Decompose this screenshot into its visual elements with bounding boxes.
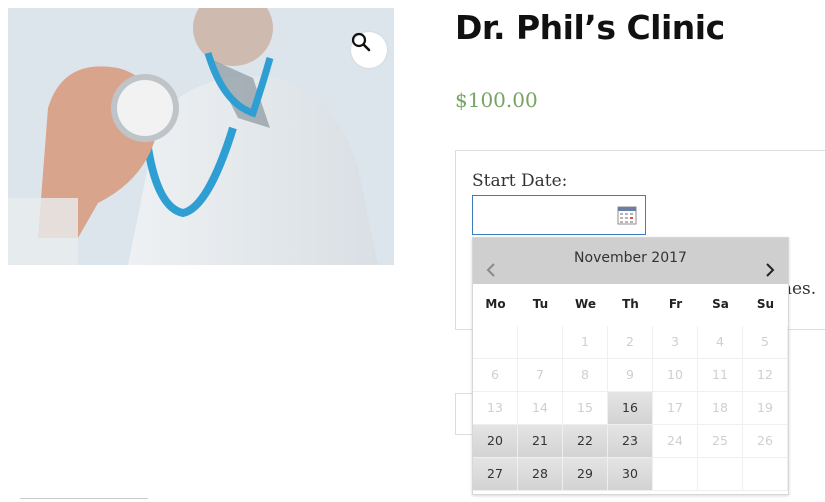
tab-stub xyxy=(20,498,148,502)
start-date-input[interactable] xyxy=(477,197,621,235)
datepicker: November 2017 Mo Tu We Th Fr Sa Su 12345… xyxy=(472,237,789,495)
weekday-label: Th xyxy=(622,297,639,311)
start-date-field[interactable] xyxy=(472,195,646,235)
calendar-grid: 1 2 3 4 5 6 7 8 9 10 11 12 13 14 15 16 17 18 19 20 21 22 23 24 2… xyxy=(473,326,788,491)
magnifier-icon xyxy=(351,32,371,52)
calendar-empty-cell xyxy=(473,326,518,359)
weekday-label: We xyxy=(575,297,596,311)
calendar-day: 19 xyxy=(743,392,788,425)
doctor-stethoscope-photo xyxy=(8,8,394,265)
calendar-day[interactable]: 20 xyxy=(473,425,518,458)
calendar-day: 6 xyxy=(473,359,518,392)
weekday-label: Mo xyxy=(485,297,506,311)
weekday-label: Sa xyxy=(712,297,729,311)
calendar-empty-cell xyxy=(518,326,563,359)
calendar-day: 1 xyxy=(563,326,608,359)
weekday-header: Mo Tu We Th Fr Sa Su xyxy=(473,284,788,324)
calendar-day[interactable]: 30 xyxy=(608,458,653,491)
calendar-day: 12 xyxy=(743,359,788,392)
calendar-day[interactable]: 29 xyxy=(563,458,608,491)
calendar-day[interactable]: 27 xyxy=(473,458,518,491)
calendar-day: 25 xyxy=(698,425,743,458)
calendar-day: 4 xyxy=(698,326,743,359)
calendar-day: 7 xyxy=(518,359,563,392)
calendar-day[interactable]: 21 xyxy=(518,425,563,458)
calendar-day[interactable]: 23 xyxy=(608,425,653,458)
datepicker-header: November 2017 xyxy=(473,238,788,284)
calendar-day[interactable]: 28 xyxy=(518,458,563,491)
product-title: Dr. Phil’s Clinic xyxy=(455,8,725,47)
calendar-icon[interactable] xyxy=(617,205,637,225)
calendar-empty-cell xyxy=(698,458,743,491)
calendar-day: 10 xyxy=(653,359,698,392)
calendar-day: 24 xyxy=(653,425,698,458)
calendar-empty-cell xyxy=(653,458,698,491)
calendar-day: 17 xyxy=(653,392,698,425)
weekday-label: Fr xyxy=(668,297,683,311)
start-date-label: Start Date: xyxy=(472,171,568,191)
calendar-day: 14 xyxy=(518,392,563,425)
weekday-label: Tu xyxy=(532,297,549,311)
product-price: $100.00 xyxy=(455,88,538,112)
calendar-empty-cell xyxy=(743,458,788,491)
calendar-day: 11 xyxy=(698,359,743,392)
zoom-button[interactable] xyxy=(351,32,387,68)
calendar-day: 5 xyxy=(743,326,788,359)
weekday-label: Su xyxy=(756,297,775,311)
next-month-button[interactable] xyxy=(758,258,782,282)
calendar-day: 2 xyxy=(608,326,653,359)
calendar-day: 9 xyxy=(608,359,653,392)
calendar-day: 13 xyxy=(473,392,518,425)
calendar-day: 18 xyxy=(698,392,743,425)
calendar-day: 8 xyxy=(563,359,608,392)
calendar-day[interactable]: 16 xyxy=(608,392,653,425)
calendar-day: 26 xyxy=(743,425,788,458)
month-label: November 2017 xyxy=(574,250,687,266)
calendar-day: 3 xyxy=(653,326,698,359)
calendar-day[interactable]: 22 xyxy=(563,425,608,458)
calendar-day: 15 xyxy=(563,392,608,425)
product-image xyxy=(8,8,394,265)
